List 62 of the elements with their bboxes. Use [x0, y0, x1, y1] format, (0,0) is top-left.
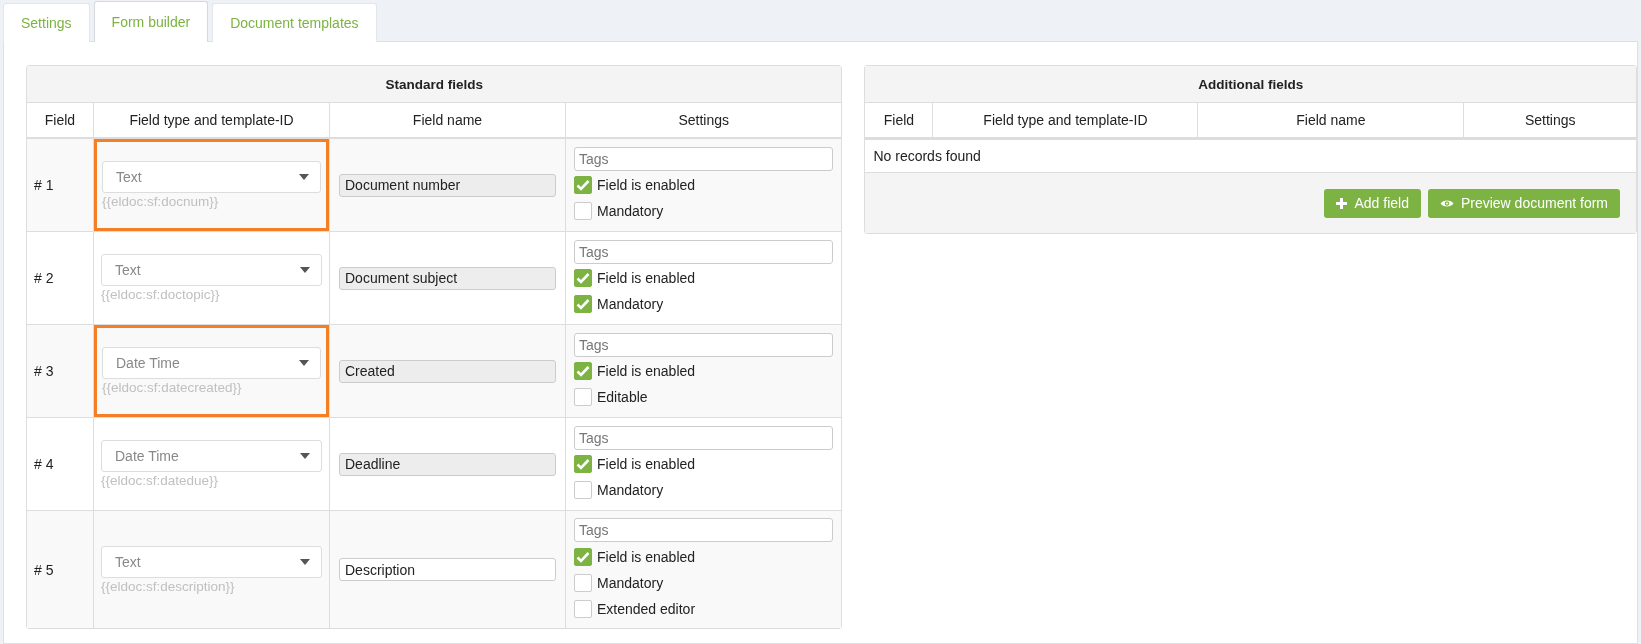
checkbox-label: Field is enabled: [597, 270, 696, 286]
checkbox[interactable]: [574, 599, 592, 618]
checkbox-label: Field is enabled: [597, 363, 696, 379]
preview-button[interactable]: Preview document form: [1427, 188, 1620, 218]
caret-icon: [299, 360, 309, 366]
plus-icon: [1336, 197, 1348, 209]
template-id: {{eldoc:sf:datedue}}: [101, 473, 220, 488]
field-type-dropdown[interactable]: Text: [101, 254, 322, 286]
checkbox[interactable]: [574, 295, 592, 313]
field-number: # 5: [34, 561, 54, 578]
checkbox-label: Mandatory: [597, 203, 664, 219]
column-header: Field: [865, 103, 934, 138]
checkbox[interactable]: [574, 388, 592, 406]
checkbox-label: Field is enabled: [597, 456, 696, 472]
checkbox[interactable]: [574, 362, 592, 380]
field-number: # 3: [34, 363, 54, 379]
caret-icon: [299, 174, 309, 180]
checkbox-label: Editable: [597, 389, 648, 405]
table-title: Additional fields: [865, 66, 1636, 103]
checkbox[interactable]: [574, 202, 592, 220]
column-header: Field type and template-ID: [933, 103, 1199, 138]
field-number: # 4: [34, 456, 54, 472]
checkbox[interactable]: [574, 573, 592, 592]
tab[interactable]: Form builder: [93, 1, 209, 42]
checkbox-label: Mandatory: [597, 482, 664, 498]
field-type-dropdown[interactable]: Date Time: [102, 347, 321, 379]
checkbox-label: Extended editor: [597, 600, 696, 617]
template-id: {{eldoc:sf:description}}: [101, 578, 236, 594]
template-id: {{eldoc:sf:docnum}}: [102, 194, 220, 209]
checkbox[interactable]: [574, 269, 592, 287]
tags-input[interactable]: Tags: [574, 332, 834, 357]
column-header: Field name: [1198, 103, 1465, 138]
template-id: {{eldoc:sf:datecreated}}: [102, 380, 243, 395]
template-id: {{eldoc:sf:doctopic}}: [101, 287, 221, 302]
checkbox[interactable]: [574, 547, 592, 566]
checkbox-label: Field is enabled: [597, 548, 696, 565]
field-number: # 1: [34, 177, 54, 193]
checkbox[interactable]: [574, 176, 592, 194]
caret-icon: [300, 453, 310, 459]
column-header: Settings: [1464, 103, 1636, 138]
checkbox-label: Field is enabled: [597, 177, 696, 193]
empty-message: No records found: [873, 148, 981, 164]
field-type-dropdown[interactable]: Text: [102, 161, 321, 193]
eye-icon: [1439, 198, 1454, 208]
tab[interactable]: Settings: [3, 3, 90, 42]
caret-icon: [300, 267, 310, 273]
field-number: # 2: [34, 270, 54, 286]
tags-input[interactable]: Tags: [574, 518, 834, 542]
field-type-dropdown[interactable]: Date Time: [101, 440, 322, 472]
field-type-dropdown[interactable]: Text: [101, 545, 322, 578]
checkbox[interactable]: [574, 481, 592, 499]
add-field-button[interactable]: Add field: [1324, 188, 1421, 218]
tab[interactable]: Document templates: [212, 3, 377, 42]
caret-icon: [300, 558, 310, 565]
checkbox-label: Mandatory: [597, 296, 664, 312]
checkbox-label: Mandatory: [597, 574, 664, 591]
table-title: Standard fields: [27, 66, 842, 103]
checkbox[interactable]: [574, 455, 592, 473]
tags-input[interactable]: Tags: [574, 239, 834, 264]
tags-input[interactable]: Tags: [574, 425, 834, 450]
tags-input[interactable]: Tags: [574, 146, 834, 171]
field-name-input[interactable]: Description: [339, 558, 556, 581]
